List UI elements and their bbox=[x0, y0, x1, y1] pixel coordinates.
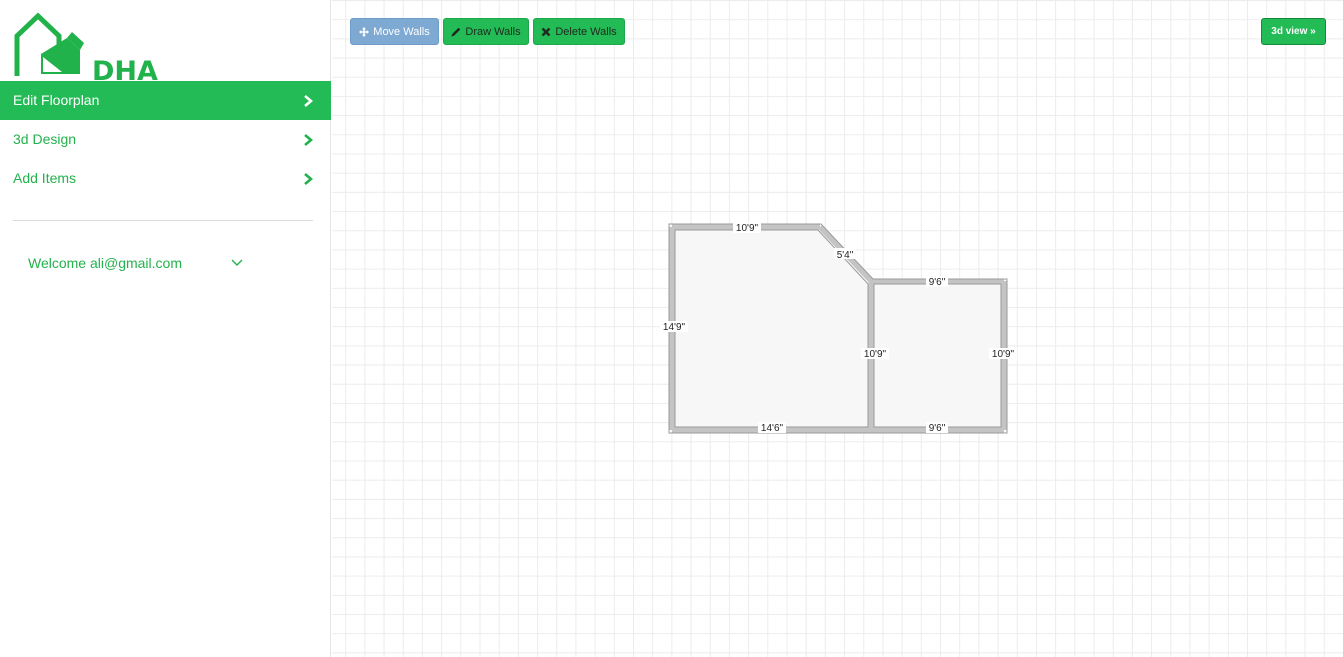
move-icon bbox=[359, 26, 370, 37]
floorplan-canvas[interactable] bbox=[332, 0, 1343, 657]
move-walls-label: Move Walls bbox=[373, 25, 430, 38]
logo: DHA bbox=[12, 12, 158, 87]
draw-walls-button[interactable]: Draw Walls bbox=[443, 18, 529, 45]
user-menu-toggle[interactable]: Welcome ali@gmail.com bbox=[28, 255, 182, 271]
3d-view-label: 3d view » bbox=[1271, 26, 1316, 37]
chevron-right-icon bbox=[303, 159, 313, 198]
close-icon bbox=[541, 27, 551, 36]
delete-walls-label: Delete Walls bbox=[555, 25, 617, 38]
sidebar-nav: Edit Floorplan 3d Design Add Items bbox=[0, 81, 331, 198]
sidebar-item-label: 3d Design bbox=[13, 131, 77, 147]
app-root: DHA Edit Floorplan 3d Design Add Items W… bbox=[0, 0, 1343, 657]
chevron-right-icon bbox=[303, 120, 313, 159]
move-walls-button[interactable]: Move Walls bbox=[350, 18, 439, 45]
sidebar-divider bbox=[13, 220, 313, 221]
chevron-right-icon bbox=[303, 81, 313, 120]
sidebar-item-label: Edit Floorplan bbox=[13, 92, 100, 108]
draw-walls-label: Draw Walls bbox=[465, 25, 521, 38]
pencil-icon bbox=[451, 27, 461, 36]
sidebar-item-label: Add Items bbox=[13, 170, 77, 186]
sidebar-item-add-items[interactable]: Add Items bbox=[0, 159, 331, 198]
3d-view-button[interactable]: 3d view » bbox=[1261, 18, 1326, 45]
delete-walls-button[interactable]: Delete Walls bbox=[533, 18, 625, 45]
sidebar-item-edit-floorplan[interactable]: Edit Floorplan bbox=[0, 81, 331, 120]
sidebar-item-3d-design[interactable]: 3d Design bbox=[0, 120, 331, 159]
sidebar: DHA Edit Floorplan 3d Design Add Items W… bbox=[0, 0, 331, 657]
chevron-down-icon[interactable] bbox=[231, 259, 243, 267]
